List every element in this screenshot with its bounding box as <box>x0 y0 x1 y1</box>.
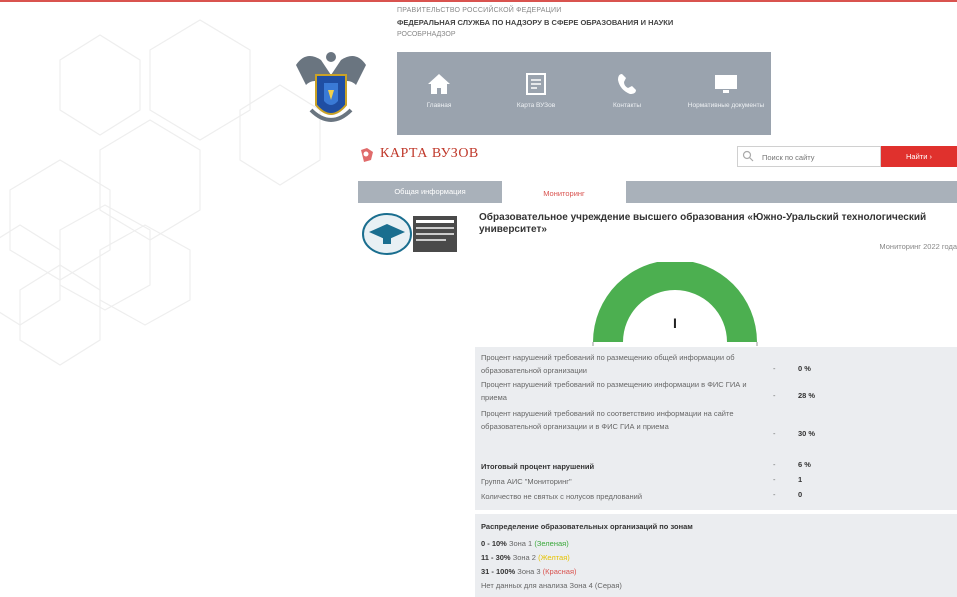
nav-item-home[interactable]: Главная <box>397 52 481 135</box>
stat-label: Процент нарушений требований по размещен… <box>481 380 747 402</box>
gauge-value: I <box>673 315 677 331</box>
violations-panel: Процент нарушений требований по размещен… <box>475 347 957 510</box>
monitor-icon <box>715 75 737 93</box>
emblem-logo <box>296 52 366 122</box>
stat-label: Процент нарушений требований по соответс… <box>481 409 734 431</box>
monitoring-year: Мониторинг 2022 года <box>879 242 957 251</box>
zone-name: Зона 2 <box>512 553 536 562</box>
nav-item-universities-map[interactable]: Карта ВУЗов <box>494 52 578 135</box>
zone-range: 11 - 30% <box>481 553 511 562</box>
tab-general-info[interactable]: Общая информация <box>358 181 502 203</box>
stat-dash: - <box>773 460 776 469</box>
map-pin-icon <box>361 148 373 162</box>
stat-label: Количество не святых с нолусов предлован… <box>481 492 643 501</box>
organization-title: Образовательное учреждение высшего образ… <box>479 212 927 235</box>
search-button[interactable]: Найти › <box>881 146 957 167</box>
stat-value: 6 % <box>798 460 811 469</box>
map-icon <box>526 73 546 95</box>
search-button-label: Найти <box>906 152 928 161</box>
search-input[interactable] <box>760 149 876 165</box>
nav-item-regulatory-documents[interactable]: Нормативные документы <box>681 52 771 135</box>
nav-item-contacts[interactable]: Контакты <box>585 52 669 135</box>
zone-row: 11 - 30% Зона 2 (Желтая) <box>481 553 570 562</box>
phone-icon <box>618 74 636 94</box>
nav-item-label: Карта ВУЗов <box>516 102 556 109</box>
zone-name: Зона 3 <box>517 567 541 576</box>
stat-label: Процент нарушений требований по размещен… <box>481 353 735 375</box>
stat-dash: - <box>773 391 776 400</box>
zone-name: Зона 1 <box>508 539 533 548</box>
agency-name: ФЕДЕРАЛЬНАЯ СЛУЖБА ПО НАДЗОРУ В СФЕРЕ ОБ… <box>397 18 674 27</box>
zones-title: Распределение образовательных организаци… <box>481 522 693 531</box>
agency-short-name: РОСОБРНАДЗОР <box>397 31 456 38</box>
stat-dash: - <box>773 429 776 438</box>
stat-value: 1 <box>798 475 803 484</box>
stat-dash: - <box>773 475 776 484</box>
zone-row: 0 - 10% Зона 1 (Зеленая) <box>481 539 569 548</box>
government-header: ПРАВИТЕЛЬСТВО РОССИЙСКОЙ ФЕДЕРАЦИИ ФЕДЕР… <box>397 7 877 38</box>
university-logo <box>362 213 457 255</box>
nav-item-label: Нормативные документы <box>687 102 765 109</box>
stat-value: 0 % <box>798 364 811 373</box>
nav-item-label: Главная <box>426 102 452 109</box>
zone-range: 31 - 100% <box>481 567 516 576</box>
zone-row: 31 - 100% Зона 3 (Красная) <box>481 567 577 576</box>
stat-label: Группа АИС "Мониторинг" <box>481 477 572 486</box>
zone-color: (Желтая) <box>538 553 570 562</box>
zone-color: (Красная) <box>542 567 577 576</box>
government-name: ПРАВИТЕЛЬСТВО РОССИЙСКОЙ ФЕДЕРАЦИИ <box>397 7 562 14</box>
zones-panel: Распределение образовательных организаци… <box>475 514 957 597</box>
stat-value: 28 % <box>798 391 816 400</box>
zone-range: 0 - 10% <box>481 539 507 548</box>
tabs-bar: Общая информация Мониторинг <box>358 181 957 205</box>
stat-label: Итоговый процент нарушений <box>481 462 595 471</box>
stat-dash: - <box>773 364 776 373</box>
nav-item-label: Контакты <box>612 102 642 109</box>
violation-gauge: I <box>592 262 758 346</box>
tab-monitoring[interactable]: Мониторинг <box>502 181 626 205</box>
search-icon <box>742 150 754 162</box>
arrow-right-icon: › <box>929 152 933 161</box>
zone-color: (Зеленая) <box>534 539 569 548</box>
stat-dash: - <box>773 490 776 499</box>
page-title: КАРТА ВУЗОВ <box>380 146 479 161</box>
search-field[interactable] <box>737 146 881 167</box>
home-icon <box>428 74 450 94</box>
stat-value: 30 % <box>798 429 816 438</box>
stat-value: 0 <box>798 490 803 499</box>
zone-no-data: Нет данных для анализа Зона 4 (Серая) <box>481 581 622 590</box>
main-navigation: Главная Карта ВУЗов Контакты Нормативные… <box>397 52 771 135</box>
